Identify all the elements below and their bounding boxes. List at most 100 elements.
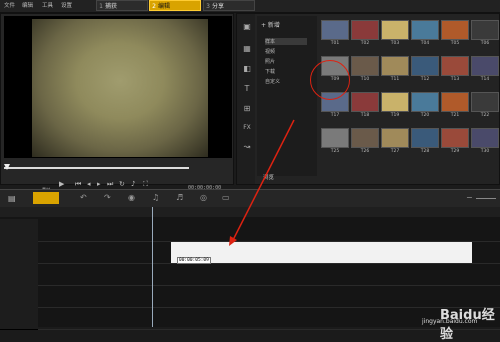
transition-icon[interactable]: ◧ <box>240 64 254 73</box>
title-track-header[interactable] <box>0 263 38 286</box>
mixer-icon[interactable]: ♫ <box>152 193 159 202</box>
tab-edit[interactable]: 2 编辑 <box>149 0 201 11</box>
thumbnail-label: T21 <box>450 113 460 118</box>
template-thumbnail[interactable] <box>441 56 469 76</box>
next-frame-icon[interactable]: ▸ <box>97 180 101 188</box>
scrub-bar[interactable] <box>4 167 189 169</box>
go-start-icon[interactable]: ⏮ <box>75 180 81 189</box>
video-track-header[interactable] <box>0 219 38 242</box>
thumbnail-label: T17 <box>330 113 340 118</box>
thumbnail-label: T06 <box>480 41 490 46</box>
template-thumbnail[interactable] <box>411 20 439 40</box>
overlay-track-header[interactable] <box>0 241 38 264</box>
playhead[interactable] <box>152 207 153 327</box>
timeline-tracks <box>0 217 500 330</box>
storyboard-view-icon[interactable]: ▤ <box>8 194 16 203</box>
template-thumbnail[interactable] <box>441 20 469 40</box>
thumbnail-label: T01 <box>330 41 340 46</box>
template-thumbnail[interactable] <box>351 92 379 112</box>
timeline-clip[interactable] <box>171 242 472 263</box>
folder-item[interactable]: 下载 <box>265 68 275 75</box>
template-thumbnail[interactable] <box>471 92 499 112</box>
template-thumbnail[interactable] <box>321 20 349 40</box>
instant-project-icon[interactable]: ▦ <box>240 44 254 53</box>
thumbnail-label: T02 <box>360 41 370 46</box>
thumbnail-label: T18 <box>360 113 370 118</box>
zoom-slider[interactable] <box>476 198 496 199</box>
voice-track[interactable] <box>38 285 500 308</box>
tab-capture[interactable]: 1 捕获 <box>96 0 148 11</box>
scrub-handle[interactable] <box>4 164 10 170</box>
thumbnail-label: T11 <box>390 77 400 82</box>
media-icon[interactable]: ▣ <box>240 22 254 31</box>
menu-edit[interactable]: 编辑 <box>22 1 33 9</box>
template-thumbnail[interactable] <box>351 128 379 148</box>
thumbnail-label: T14 <box>480 77 490 82</box>
repeat-icon[interactable]: ↻ <box>119 180 125 188</box>
prev-frame-icon[interactable]: ◂ <box>87 180 91 188</box>
folder-item[interactable]: 自定义 <box>265 78 280 85</box>
watermark-url: jingyan.baidu.com <box>422 318 478 325</box>
voice-track-header[interactable] <box>0 285 38 308</box>
thumbnail-label: T27 <box>390 149 400 154</box>
step-number: 2 <box>152 3 156 10</box>
timeline-toolbar: ▤ ↶ ↷ ◉ ♫ ♬ ◎ ▭ − <box>0 189 500 208</box>
template-thumbnail[interactable] <box>381 92 409 112</box>
template-thumbnail[interactable] <box>411 128 439 148</box>
menu-file[interactable]: 文件 <box>4 1 15 9</box>
title-icon[interactable]: T <box>240 84 254 93</box>
thumbnail-label: T30 <box>480 149 490 154</box>
title-track[interactable] <box>38 263 500 286</box>
zoom-out-icon[interactable]: − <box>466 193 473 202</box>
auto-music-icon[interactable]: ♬ <box>176 193 183 202</box>
template-thumbnail[interactable] <box>471 128 499 148</box>
path-icon[interactable]: ↝ <box>240 142 254 151</box>
folder-panel: + 新增 样本 视频 照片 下载 自定义 <box>257 16 317 176</box>
video-frame <box>32 19 208 157</box>
thumbnail-label: T13 <box>450 77 460 82</box>
template-thumbnail[interactable] <box>441 128 469 148</box>
template-thumbnail[interactable] <box>321 128 349 148</box>
template-thumbnail[interactable] <box>411 92 439 112</box>
subtitle-icon[interactable]: ▭ <box>222 193 230 202</box>
template-thumbnail[interactable] <box>381 128 409 148</box>
library-toolbar: ▣ ▦ ◧ T ⊞ FX ↝ <box>237 14 255 184</box>
thumbnail-label: T22 <box>480 113 490 118</box>
tab-edit-label: 编辑 <box>158 3 171 10</box>
template-thumbnail[interactable] <box>411 56 439 76</box>
template-thumbnail[interactable] <box>471 56 499 76</box>
fullscreen-icon[interactable]: ⛶ <box>143 180 148 189</box>
browse-button[interactable]: 浏览 <box>263 173 274 181</box>
add-folder-button[interactable]: + 新增 <box>261 20 280 29</box>
library-panel: ▣ ▦ ◧ T ⊞ FX ↝ + 新增 样本 视频 照片 下载 自定义 浏览 T… <box>236 13 500 185</box>
template-thumbnail[interactable] <box>381 56 409 76</box>
menu-settings[interactable]: 设置 <box>61 1 72 9</box>
redo-icon[interactable]: ↷ <box>104 193 111 202</box>
menu-tools[interactable]: 工具 <box>42 1 53 9</box>
undo-icon[interactable]: ↶ <box>80 193 87 202</box>
graphic-icon[interactable]: ⊞ <box>240 104 254 113</box>
folder-item[interactable]: 照片 <box>265 58 275 65</box>
go-end-icon[interactable]: ⏭ <box>107 180 113 189</box>
template-thumbnail[interactable] <box>381 20 409 40</box>
tab-share[interactable]: 3 分享 <box>203 0 255 11</box>
folder-item[interactable]: 样本 <box>265 38 307 45</box>
tab-share-label: 分享 <box>212 3 225 10</box>
template-thumbnail[interactable] <box>351 20 379 40</box>
thumbnail-label: T19 <box>390 113 400 118</box>
template-thumbnail[interactable] <box>441 92 469 112</box>
filter-icon[interactable]: FX <box>240 124 254 131</box>
template-thumbnail[interactable] <box>471 20 499 40</box>
video-track[interactable] <box>38 219 500 242</box>
thumbnail-label: T25 <box>330 149 340 154</box>
thumbnail-label: T28 <box>420 149 430 154</box>
motion-icon[interactable]: ◎ <box>200 193 207 202</box>
timeline-ruler[interactable] <box>0 207 500 217</box>
volume-icon[interactable]: ♪ <box>131 180 135 188</box>
thumbnail-label: T12 <box>420 77 430 82</box>
template-thumbnail[interactable] <box>351 56 379 76</box>
folder-item[interactable]: 视频 <box>265 48 275 55</box>
play-icon[interactable]: ▶ <box>59 180 64 188</box>
record-icon[interactable]: ◉ <box>128 193 135 202</box>
timeline-view-button[interactable] <box>33 192 59 204</box>
